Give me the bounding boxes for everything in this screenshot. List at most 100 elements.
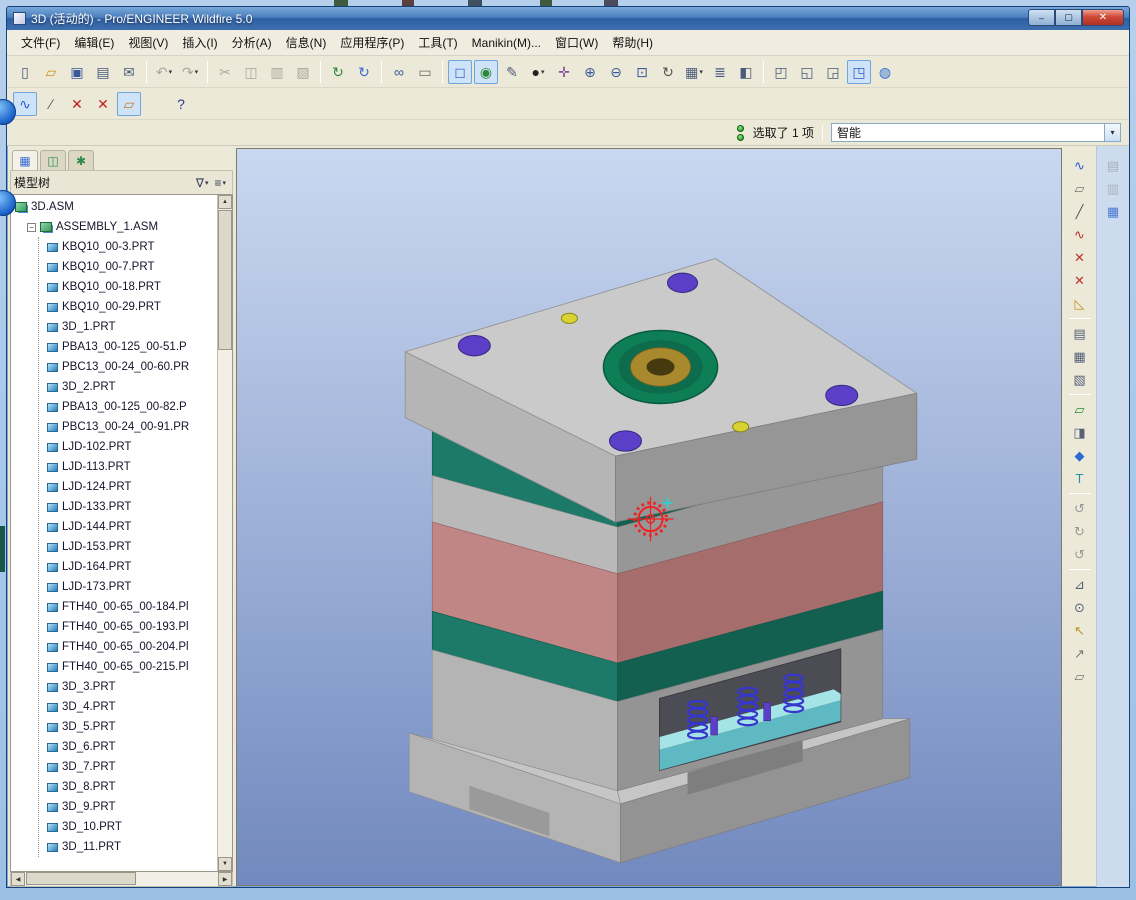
tree-item[interactable]: FTH40_00-65_00-215.Pl	[39, 657, 217, 677]
feature-tool-2-button[interactable]: ↻	[1068, 520, 1092, 543]
save-button[interactable]: ▣	[65, 60, 89, 84]
tree-item[interactable]: 3D_9.PRT	[39, 797, 217, 817]
select-arrow-2-button[interactable]: ↗	[1068, 642, 1092, 665]
sketch-view-button[interactable]: ◨	[1068, 421, 1092, 444]
tree-item[interactable]: 3D_7.PRT	[39, 757, 217, 777]
tree-item[interactable]: 3D_6.PRT	[39, 737, 217, 757]
tree-item[interactable]: 3D_4.PRT	[39, 697, 217, 717]
mold-assembly-model[interactable]	[404, 258, 918, 864]
favorites-tab[interactable]: ✱	[68, 150, 94, 170]
window-tile-button[interactable]: ◰	[769, 60, 793, 84]
view-manager-button[interactable]: ◧	[734, 60, 758, 84]
return-pin[interactable]	[710, 716, 718, 736]
datum-plane-button[interactable]: ▱	[117, 91, 141, 116]
menu-item-8[interactable]: Manikin(M)...	[466, 33, 547, 53]
menu-item-5[interactable]: 信息(N)	[280, 31, 333, 54]
tree-item[interactable]: FTH40_00-65_00-184.Pl	[39, 597, 217, 617]
tree-item[interactable]: FTH40_00-65_00-193.Pl	[39, 617, 217, 637]
tree-item[interactable]: LJD-153.PRT	[39, 537, 217, 557]
tree-item[interactable]: KBQ10_00-29.PRT	[39, 297, 217, 317]
offset-edge-button[interactable]: ◺	[1068, 292, 1092, 315]
points-tool-button[interactable]: ✕	[1068, 269, 1092, 292]
regenerate-manager-button[interactable]: ↻	[352, 60, 376, 84]
plane-display-button[interactable]: ▱	[1068, 398, 1092, 421]
scroll-up-icon[interactable]	[218, 195, 232, 209]
palette-button[interactable]: ▦	[1068, 345, 1092, 368]
zoom-out-button[interactable]: ⊖	[604, 60, 628, 84]
menu-item-3[interactable]: 插入(I)	[176, 31, 223, 54]
tree-item-assembly[interactable]: − ASSEMBLY_1.ASM	[11, 217, 217, 237]
scroll-down-icon[interactable]	[218, 857, 232, 871]
scroll-left-icon[interactable]	[11, 872, 25, 886]
dropdown-arrow-icon[interactable]: ▾	[541, 68, 545, 76]
menu-item-0[interactable]: 文件(F)	[15, 31, 66, 54]
refit-button[interactable]: ⊡	[630, 60, 654, 84]
tree-item[interactable]: 3D_1.PRT	[39, 317, 217, 337]
context-help-button[interactable]: ?	[169, 92, 193, 116]
component-button[interactable]: ▥	[1101, 177, 1125, 200]
rectangle-tool-button[interactable]: ▱	[1068, 177, 1092, 200]
scroll-right-icon[interactable]	[218, 872, 232, 886]
maximize-button[interactable]: ▢	[1055, 9, 1082, 26]
tree-item[interactable]: PBC13_00-24_00-60.PR	[39, 357, 217, 377]
tree-item[interactable]: 3D_3.PRT	[39, 677, 217, 697]
vertical-scrollbar[interactable]	[217, 195, 232, 871]
datum-point-button[interactable]: ✕	[65, 92, 89, 116]
tree-item[interactable]: LJD-144.PRT	[39, 517, 217, 537]
select-arrow-button[interactable]: ↖	[1068, 619, 1092, 642]
saved-views-button[interactable]: ▦ ▾	[682, 60, 706, 84]
send-mail-button[interactable]: ✉	[117, 60, 141, 84]
tree-item[interactable]: PBA13_00-125_00-82.P	[39, 397, 217, 417]
select-rect-button[interactable]: ▭	[413, 60, 437, 84]
collapse-icon[interactable]: −	[27, 222, 36, 232]
spline-tool-button[interactable]: ∿	[1068, 223, 1092, 246]
palette-copy-button[interactable]: ▧	[1068, 368, 1092, 391]
locating-ring[interactable]	[602, 329, 719, 405]
model-tree-tab[interactable]: ▦	[12, 150, 38, 170]
minimize-button[interactable]: –	[1028, 9, 1055, 26]
folder-browser-tab[interactable]: ◫	[40, 150, 66, 170]
tree-item[interactable]: KBQ10_00-3.PRT	[39, 237, 217, 257]
spin-center-button[interactable]: ✛	[552, 60, 576, 84]
text-tool-button[interactable]: T	[1068, 467, 1092, 490]
menu-item-1[interactable]: 编辑(E)	[68, 31, 120, 54]
tree-item[interactable]: LJD-102.PRT	[39, 437, 217, 457]
sketch-setup-button[interactable]: ▤	[1068, 322, 1092, 345]
grid-snap-button[interactable]: ▦	[1101, 200, 1125, 223]
regenerate-button[interactable]: ↻	[326, 60, 350, 84]
combo-dropdown-icon[interactable]	[1104, 124, 1120, 141]
scrollbar-thumb[interactable]	[26, 872, 136, 885]
tree-item[interactable]: LJD-173.PRT	[39, 577, 217, 597]
dropdown-arrow-icon[interactable]: ▾	[169, 68, 173, 76]
measure-tool-button[interactable]: ⊙	[1068, 596, 1092, 619]
return-pin[interactable]	[763, 702, 771, 722]
datum-points-button[interactable]: ✕	[91, 92, 115, 116]
tree-item[interactable]: 3D_11.PRT	[39, 837, 217, 857]
datum-axis-button[interactable]: ∕	[39, 92, 63, 116]
dropdown-arrow-icon[interactable]: ▾	[195, 68, 199, 76]
title-bar[interactable]: 3D (活动的) - Pro/ENGINEER Wildfire 5.0 – ▢…	[7, 7, 1129, 30]
smart-select-button[interactable]: ◉	[474, 59, 498, 84]
horizontal-scrollbar[interactable]	[10, 872, 233, 887]
tree-filters-button[interactable]: ∇	[193, 174, 212, 192]
select-inside-button[interactable]: ◻	[448, 59, 472, 84]
tree-columns-button[interactable]: ≡	[211, 174, 229, 192]
print-button[interactable]: ▤	[91, 60, 115, 84]
zoom-in-button[interactable]: ⊕	[578, 60, 602, 84]
tree-item[interactable]: LJD-113.PRT	[39, 457, 217, 477]
layers-button[interactable]: ≣	[708, 60, 732, 84]
tree-item[interactable]: 3D_8.PRT	[39, 777, 217, 797]
menu-item-6[interactable]: 应用程序(P)	[334, 31, 410, 54]
reorient-button[interactable]: ↻	[656, 60, 680, 84]
tree-item[interactable]: KBQ10_00-18.PRT	[39, 277, 217, 297]
tree-item[interactable]: LJD-124.PRT	[39, 477, 217, 497]
point-tool-button[interactable]: ✕	[1068, 246, 1092, 269]
sketch-tool-button[interactable]: ∿	[13, 91, 37, 116]
tree-item-root[interactable]: 3D.ASM	[11, 197, 217, 217]
open-folder-button[interactable]: ▱	[39, 60, 63, 84]
plane-tool-button[interactable]: ▱	[1068, 665, 1092, 688]
find-button[interactable]: ∞	[387, 60, 411, 84]
tree-item[interactable]: LJD-164.PRT	[39, 557, 217, 577]
tree-item[interactable]: PBA13_00-125_00-51.P	[39, 337, 217, 357]
learning-center-button[interactable]: ◍	[873, 60, 897, 84]
